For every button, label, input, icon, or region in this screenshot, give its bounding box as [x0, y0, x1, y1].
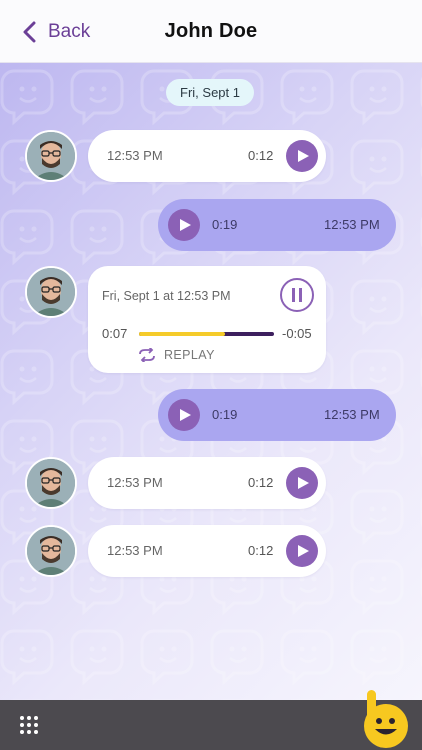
voice-message-outgoing[interactable]: 0:19 12:53 PM: [158, 199, 396, 251]
replay-button[interactable]: REPLAY: [138, 345, 215, 365]
play-icon: [298, 545, 309, 557]
message-time: 12:53 PM: [324, 217, 380, 232]
contact-avatar[interactable]: [25, 130, 77, 182]
play-icon: [298, 477, 309, 489]
play-button[interactable]: [286, 535, 318, 567]
bottom-bar: [0, 700, 422, 750]
message-time: 12:53 PM: [107, 475, 163, 490]
message-duration: 0:12: [248, 148, 274, 163]
remaining-time: -0:05: [282, 326, 312, 341]
back-button[interactable]: Back: [22, 18, 90, 46]
play-button[interactable]: [286, 467, 318, 499]
mascot-button[interactable]: [361, 688, 411, 750]
play-icon: [298, 150, 309, 162]
elapsed-time: 0:07: [102, 326, 128, 341]
grid-menu-button[interactable]: [19, 715, 39, 735]
play-button[interactable]: [168, 399, 200, 431]
voice-message-incoming[interactable]: 12:53 PM 0:12: [88, 525, 326, 577]
play-button[interactable]: [286, 140, 318, 172]
message-duration: 0:12: [248, 543, 274, 558]
grid-menu-icon: [20, 716, 38, 734]
pause-button[interactable]: [280, 278, 314, 312]
message-time: 12:53 PM: [107, 148, 163, 163]
play-icon: [180, 219, 191, 231]
chat-thread[interactable]: Fri, Sept 1 12:53 PM 0:12 0:19 12:53 PM: [0, 63, 422, 700]
pause-icon: [292, 288, 302, 302]
playback-progress[interactable]: [139, 332, 274, 336]
smiley-mascot-icon: [364, 690, 408, 748]
message-time: 12:53 PM: [324, 407, 380, 422]
message-datetime: Fri, Sept 1 at 12:53 PM: [102, 289, 231, 303]
voice-message-incoming[interactable]: 12:53 PM 0:12: [88, 457, 326, 509]
voice-message-outgoing[interactable]: 0:19 12:53 PM: [158, 389, 396, 441]
contact-avatar[interactable]: [25, 525, 77, 577]
play-button[interactable]: [168, 209, 200, 241]
message-duration: 0:12: [248, 475, 274, 490]
chevron-left-icon: [22, 21, 36, 43]
replay-icon: [138, 348, 156, 362]
contact-avatar[interactable]: [25, 266, 77, 318]
play-icon: [180, 409, 191, 421]
progress-played: [139, 332, 226, 336]
voice-message-playing[interactable]: Fri, Sept 1 at 12:53 PM 0:07 -0:05 REPLA…: [88, 266, 326, 373]
message-duration: 0:19: [212, 407, 238, 422]
message-duration: 0:19: [212, 217, 238, 232]
contact-avatar[interactable]: [25, 457, 77, 509]
voice-message-incoming[interactable]: 12:53 PM 0:12: [88, 130, 326, 182]
date-divider: Fri, Sept 1: [166, 79, 254, 106]
back-label: Back: [48, 21, 91, 42]
replay-label: REPLAY: [164, 348, 215, 362]
conversation-title: John Doe: [164, 19, 258, 42]
top-bar: Back John Doe: [0, 0, 422, 63]
message-time: 12:53 PM: [107, 543, 163, 558]
